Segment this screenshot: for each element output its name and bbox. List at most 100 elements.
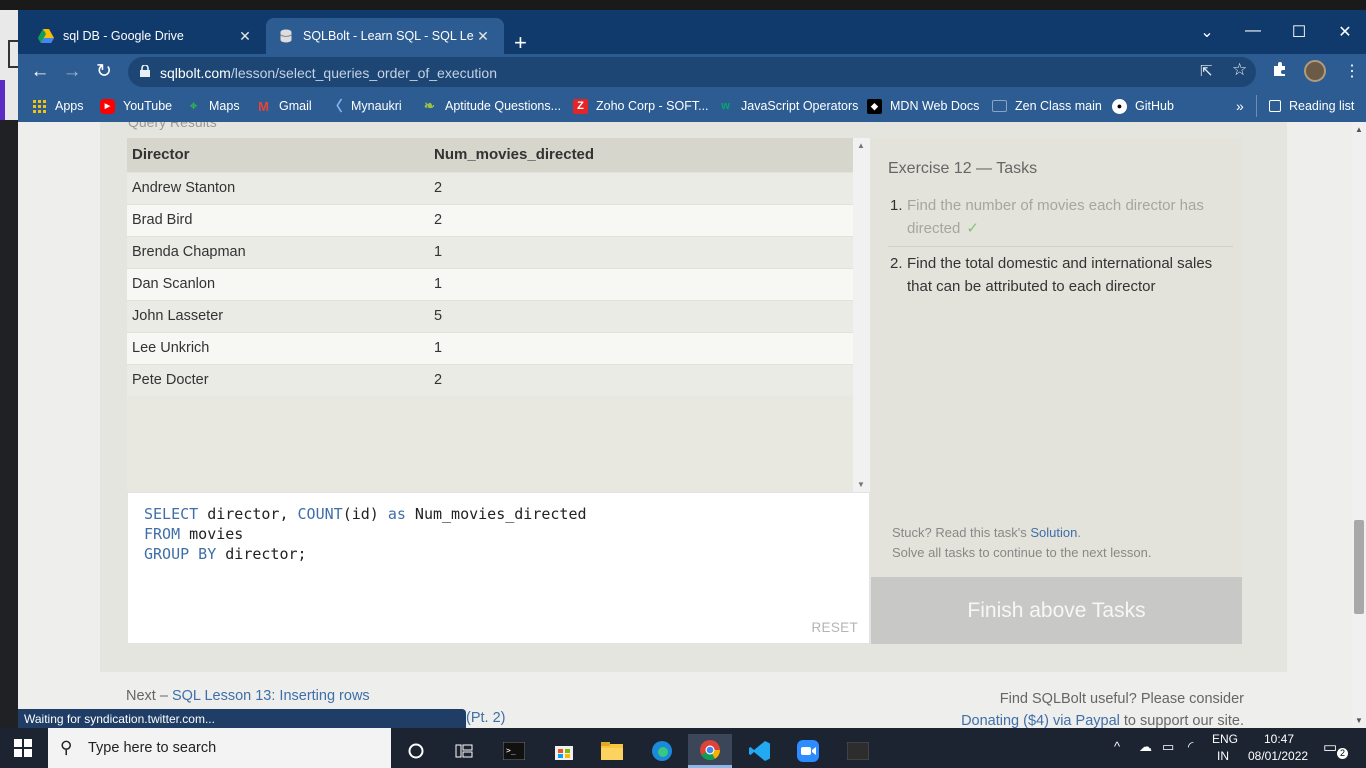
top-strip [0, 0, 1366, 10]
scroll-down-icon[interactable]: ▼ [1355, 716, 1363, 725]
bookmark-label: JavaScript Operators [741, 99, 859, 113]
battery-icon[interactable]: ▭ [1162, 739, 1174, 755]
microsoft-store-icon[interactable] [542, 734, 586, 768]
language-eng[interactable]: ENG [1212, 732, 1238, 746]
close-icon[interactable]: ✕ [474, 28, 492, 45]
bookmarks-overflow-icon[interactable]: » [1236, 95, 1244, 117]
stuck-end: . [1077, 525, 1081, 540]
bookmark-label: MDN Web Docs [890, 99, 980, 113]
task-item: 2. Find the total domestic and internatio… [888, 247, 1233, 304]
table-row: Lee Unkrich 1 [127, 331, 853, 364]
tab-sqlbolt[interactable]: SQLBolt - Learn SQL - SQL Lesson ✕ [266, 18, 504, 54]
chrome-icon[interactable] [688, 734, 732, 768]
clock-date[interactable]: 08/01/2022 [1248, 749, 1308, 763]
taskbar-search[interactable]: ⚲ Type here to search [48, 728, 391, 768]
bookmark-star-icon[interactable]: ☆ [1232, 60, 1247, 80]
github-icon: ● [1112, 98, 1127, 114]
solution-link[interactable]: Solution [1030, 525, 1077, 540]
bookmark-mdn[interactable]: ◆ MDN Web Docs [867, 95, 979, 117]
scroll-up-icon[interactable]: ▲ [857, 141, 865, 150]
sql-editor[interactable]: SELECT director, COUNT(id) as Num_movies… [127, 492, 870, 644]
reading-list-label: Reading list [1289, 99, 1355, 113]
bookmark-maps[interactable]: ⌖ Maps [186, 95, 240, 117]
browser-toolbar: ← → ↻ sqlbolt.com/lesson/select_queries_… [18, 54, 1366, 90]
bookmark-js-operators[interactable]: w JavaScript Operators [718, 95, 858, 117]
zoho-icon: Z [573, 98, 588, 114]
url-text[interactable]: sqlbolt.com/lesson/select_queries_order_… [160, 65, 497, 81]
stuck-help-text: Stuck? Read this task's Solution. Solve … [892, 523, 1151, 563]
new-tab-button[interactable]: + [514, 32, 527, 54]
forward-arrow-icon[interactable]: → [60, 60, 84, 84]
share-icon[interactable]: ⇱ [1200, 62, 1213, 80]
onedrive-icon[interactable]: ☁ [1139, 739, 1152, 755]
minimize-button[interactable]: — [1230, 22, 1276, 40]
edge-browser-icon[interactable] [640, 734, 684, 768]
wifi-icon[interactable]: ◜ [1188, 738, 1193, 755]
notification-icon[interactable]: ▭ [1323, 738, 1337, 756]
task-list: 1. Find the number of movies each directo… [888, 192, 1233, 304]
clock-time[interactable]: 10:47 [1264, 732, 1294, 746]
bookmark-gmail[interactable]: M Gmail [256, 95, 312, 117]
reload-icon[interactable]: ↻ [92, 60, 116, 84]
tasks-panel: Exercise 12 — Tasks 1. Find the number of… [871, 138, 1242, 577]
donate-link[interactable]: Donating ($4) via Paypal [961, 713, 1120, 728]
scroll-down-icon[interactable]: ▼ [857, 480, 865, 489]
bookmark-github[interactable]: ● GitHub [1112, 95, 1174, 117]
language-in[interactable]: IN [1217, 749, 1229, 763]
cortana-icon[interactable] [394, 734, 438, 768]
apps-grid-icon [32, 99, 47, 114]
window-edge-accent [0, 80, 5, 120]
tray-chevron-icon[interactable]: ^ [1114, 739, 1120, 754]
vscode-icon[interactable] [738, 734, 782, 768]
profile-avatar[interactable] [1304, 60, 1326, 82]
app-window-icon[interactable] [836, 734, 880, 768]
bookmark-zen-class[interactable]: Zen Class main [992, 95, 1102, 117]
zoom-icon[interactable] [786, 734, 830, 768]
page-scrollbar[interactable]: ▲ ▼ [1352, 122, 1366, 728]
close-window-button[interactable]: ✕ [1322, 22, 1366, 42]
tab-search-icon[interactable]: ⌄ [1184, 22, 1230, 42]
terminal-icon[interactable]: >_ [492, 734, 536, 768]
sql-code[interactable]: SELECT director, COUNT(id) as Num_movies… [144, 504, 587, 564]
table-row: Brad Bird 2 [127, 203, 853, 236]
extensions-puzzle-icon[interactable] [1272, 61, 1288, 82]
back-arrow-icon[interactable]: ← [28, 60, 52, 84]
cell-director: Brad Bird [127, 203, 429, 236]
code-text: (id) [342, 505, 388, 523]
results-scrollbar[interactable]: ▲ ▼ [853, 138, 870, 492]
bookmark-label: Aptitude Questions... [445, 99, 562, 113]
maximize-button[interactable]: ☐ [1276, 22, 1322, 42]
task-number: 1. [890, 197, 903, 214]
tab-bar: sql DB - Google Drive ✕ SQLBolt - Learn … [0, 10, 1366, 54]
bookmark-label: GitHub [1135, 99, 1174, 113]
reset-button[interactable]: RESET [811, 620, 858, 635]
bookmark-youtube[interactable]: ▶ YouTube [100, 95, 172, 117]
next-lesson-link[interactable]: SQL Lesson 13: Inserting rows [172, 688, 370, 704]
scroll-up-icon[interactable]: ▲ [1355, 125, 1363, 134]
bookmark-label: Gmail [279, 99, 312, 113]
column-header-director: Director [127, 138, 429, 172]
close-icon[interactable]: ✕ [236, 28, 254, 45]
bookmark-aptitude[interactable]: ❧ Aptitude Questions... [422, 95, 561, 117]
prev-lesson-link-fragment[interactable]: (Pt. 2) [466, 710, 505, 726]
next-prefix: Next – [126, 688, 172, 704]
tab-google-drive[interactable]: sql DB - Google Drive ✕ [26, 18, 266, 54]
address-bar[interactable]: sqlbolt.com/lesson/select_queries_order_… [128, 57, 1256, 87]
bookmark-mynaukri[interactable]: 〈 Mynaukri [328, 95, 402, 117]
file-explorer-icon[interactable] [590, 734, 634, 768]
cell-director: Pete Docter [127, 363, 429, 396]
finish-tasks-button[interactable]: Finish above Tasks [871, 577, 1242, 644]
menu-kebab-icon[interactable]: ⋮ [1344, 61, 1360, 81]
cell-count: 1 [429, 235, 853, 268]
bookmark-apps[interactable]: Apps [32, 95, 84, 117]
support-suffix: to support our site. [1119, 713, 1244, 728]
google-drive-icon [38, 28, 54, 44]
bookmark-zoho[interactable]: Z Zoho Corp - SOFT... [573, 95, 709, 117]
gmail-icon: M [258, 98, 269, 114]
background-window-edge [0, 10, 18, 120]
reading-list-button[interactable]: Reading list [1256, 95, 1354, 117]
windows-start-icon[interactable] [14, 739, 32, 757]
task-view-icon[interactable] [442, 734, 486, 768]
scrollbar-thumb[interactable] [1354, 520, 1364, 614]
code-keyword: GROUP BY [144, 545, 217, 563]
